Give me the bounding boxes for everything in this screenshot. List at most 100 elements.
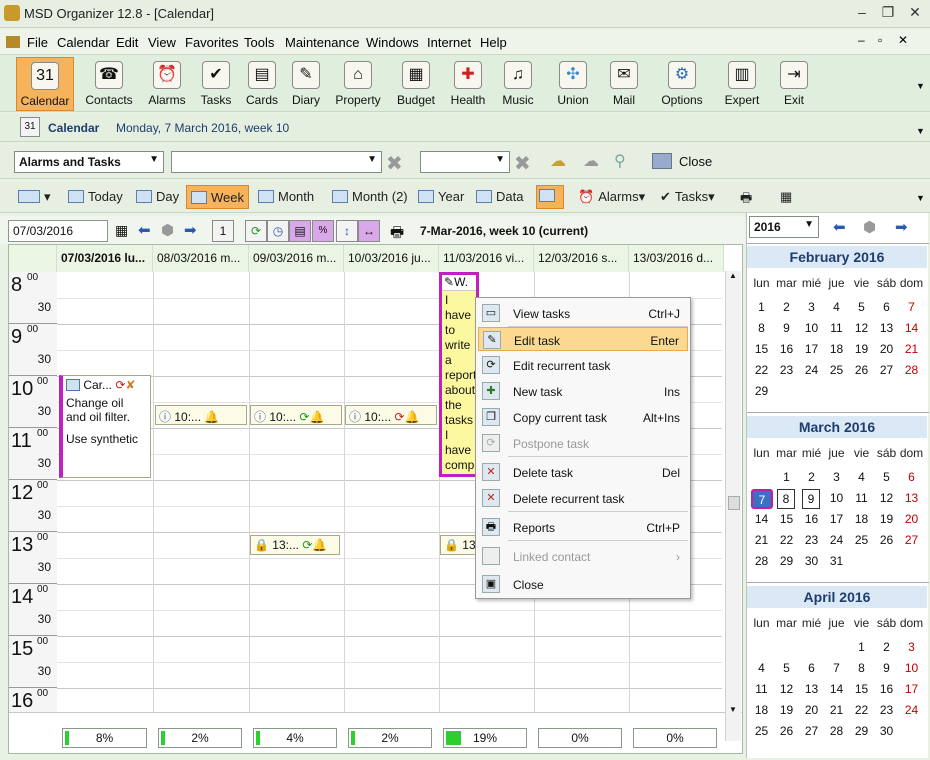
calendar-day[interactable]: 25 <box>824 361 849 381</box>
calendar-day[interactable]: 24 <box>899 701 924 721</box>
menu-windows[interactable]: Windows <box>366 35 419 50</box>
toolbar-diary-button[interactable]: ✎ Diary <box>277 57 335 111</box>
calendar-day[interactable]: 4 <box>849 468 874 488</box>
alarm-event[interactable]: ⓘ 10:... 🔔 <box>155 405 247 425</box>
scroll-up-icon[interactable]: ▲ <box>729 271 737 280</box>
home-week-icon[interactable]: ⬢ <box>161 221 174 239</box>
month-title[interactable]: April 2016 <box>747 586 927 608</box>
alarm-event[interactable]: 🔒 13:... ⟳🔔 <box>250 535 340 555</box>
calendar-day[interactable]: 26 <box>874 531 899 551</box>
calendar-day[interactable]: 11 <box>749 680 774 700</box>
calendar-day[interactable]: 9 <box>802 489 820 509</box>
calendar-day[interactable]: 20 <box>899 510 924 530</box>
calendar-day[interactable]: 21 <box>899 340 924 360</box>
minimize-icon[interactable]: – <box>852 4 872 22</box>
calendar-day[interactable]: 27 <box>874 361 899 381</box>
close-filter-button[interactable]: Close <box>679 154 712 169</box>
menu-view[interactable]: View <box>148 35 176 50</box>
calendar-day[interactable]: 28 <box>899 361 924 381</box>
calendar-day[interactable]: 13 <box>874 319 899 339</box>
calendar-day[interactable]: 4 <box>824 298 849 318</box>
calendar-day[interactable]: 15 <box>774 510 799 530</box>
calendar-day[interactable]: 23 <box>874 701 899 721</box>
alarm-event[interactable]: ⓘ 10:... ⟳🔔 <box>250 405 342 425</box>
print-preview-button[interactable]: 🖶 <box>736 185 756 209</box>
calendar-day[interactable]: 3 <box>899 638 924 658</box>
refresh-icon[interactable]: ⟳ <box>245 220 267 242</box>
calendar-day[interactable]: 13 <box>799 680 824 700</box>
calendar-day[interactable]: 2 <box>774 298 799 318</box>
calendar-day[interactable]: 16 <box>799 510 824 530</box>
menu-maintenance[interactable]: Maintenance <box>285 35 359 50</box>
calendar-day[interactable]: 5 <box>774 659 799 679</box>
menu-favorites[interactable]: Favorites <box>185 35 238 50</box>
calendar-day[interactable]: 31 <box>824 552 849 572</box>
toolbar-overflow-icon[interactable]: ▼ <box>916 81 925 91</box>
day-header[interactable]: 11/03/2016 vi... <box>439 245 534 272</box>
write-report-task-event[interactable]: ✎W. I have to write a report about the tasks I h… <box>439 272 479 477</box>
calendar-day[interactable]: 17 <box>899 680 924 700</box>
toolbar-union-button[interactable]: ✣ Union <box>544 57 602 111</box>
menu-item-new-task[interactable]: ✚ New task Ins <box>478 379 688 403</box>
calendar-day[interactable]: 9 <box>774 319 799 339</box>
alarm-event[interactable]: 🔒 13:... <box>440 535 480 555</box>
scroll-thumb[interactable] <box>728 496 740 510</box>
calendar-day[interactable]: 25 <box>749 722 774 742</box>
toolbar-music-button[interactable]: ♫ Music <box>489 57 547 111</box>
calendar-day[interactable]: 24 <box>799 361 824 381</box>
menu-item-delete-recurrent-task[interactable]: ✕ Delete recurrent task <box>478 486 688 510</box>
calendar-day[interactable]: 18 <box>749 701 774 721</box>
calendar-day[interactable]: 23 <box>799 531 824 551</box>
toolbar-budget-button[interactable]: ▦ Budget <box>387 57 445 111</box>
calendar-day[interactable]: 2 <box>799 468 824 488</box>
calendar-day[interactable]: 19 <box>849 340 874 360</box>
calendar-day[interactable]: 3 <box>824 468 849 488</box>
mdi-minimize-icon[interactable]: – <box>858 33 865 47</box>
menu-item-copy-task[interactable]: ❐ Copy current task Alt+Ins <box>478 405 688 429</box>
edit-layout-button[interactable]: ▦ <box>776 185 796 209</box>
view-options-button[interactable]: ▾ <box>14 185 55 209</box>
view-month2-button[interactable]: Month (2) <box>328 185 412 209</box>
calendar-day[interactable]: 29 <box>849 722 874 742</box>
clear-value-icon[interactable]: ✖ <box>514 151 531 176</box>
menu-file[interactable]: File <box>27 35 48 50</box>
calendar-day[interactable]: 17 <box>824 510 849 530</box>
menu-calendar[interactable]: Calendar <box>57 35 110 50</box>
calendar-day[interactable]: 22 <box>774 531 799 551</box>
calendar-day[interactable]: 27 <box>899 531 924 551</box>
calendar-day[interactable]: 19 <box>774 701 799 721</box>
calendar-day[interactable]: 14 <box>824 680 849 700</box>
toolbar-exit-button[interactable]: ⇥ Exit <box>765 57 823 111</box>
date-input[interactable]: 07/03/2016 <box>8 220 108 242</box>
calendar-day[interactable]: 19 <box>874 510 899 530</box>
calendar-day[interactable]: 6 <box>799 659 824 679</box>
calendar-day[interactable]: 30 <box>799 552 824 572</box>
menu-item-view-tasks[interactable]: ▭ View tasks Ctrl+J <box>478 301 688 325</box>
calendar-day[interactable]: 23 <box>774 361 799 381</box>
calendar-day[interactable]: 8 <box>749 319 774 339</box>
calendar-day[interactable]: 21 <box>824 701 849 721</box>
calendar-day[interactable]: 29 <box>749 382 774 402</box>
calendar-day[interactable]: 5 <box>849 298 874 318</box>
calendar-day[interactable]: 6 <box>874 298 899 318</box>
calendar-day[interactable]: 5 <box>874 468 899 488</box>
month-title[interactable]: February 2016 <box>747 246 927 268</box>
view-data-button[interactable]: Data <box>472 185 527 209</box>
calendar-day[interactable]: 7 <box>751 489 773 509</box>
fit-width-icon[interactable]: ↔ <box>358 220 380 242</box>
day-header[interactable]: 08/03/2016 m... <box>153 245 249 272</box>
calendar-day[interactable]: 20 <box>874 340 899 360</box>
next-year-icon[interactable]: ➡ <box>895 218 908 236</box>
prev-week-icon[interactable]: ⬅ <box>138 221 151 239</box>
toolbar-options-button[interactable]: ⚙ Options <box>653 57 711 111</box>
tasks-menu-button[interactable]: ✔ Tasks▾ <box>656 185 719 209</box>
calbar-overflow-icon[interactable]: ▼ <box>916 126 925 136</box>
calendar-day[interactable]: 10 <box>824 489 849 509</box>
calendar-day[interactable]: 4 <box>749 659 774 679</box>
calendar-day[interactable]: 21 <box>749 531 774 551</box>
view-year-button[interactable]: Year <box>414 185 468 209</box>
day-view-toggle-icon[interactable]: 1 <box>212 220 234 242</box>
year-select[interactable]: 2016 ▼ <box>749 216 819 238</box>
calendar-day[interactable]: 8 <box>777 489 795 509</box>
calendar-day[interactable]: 20 <box>799 701 824 721</box>
